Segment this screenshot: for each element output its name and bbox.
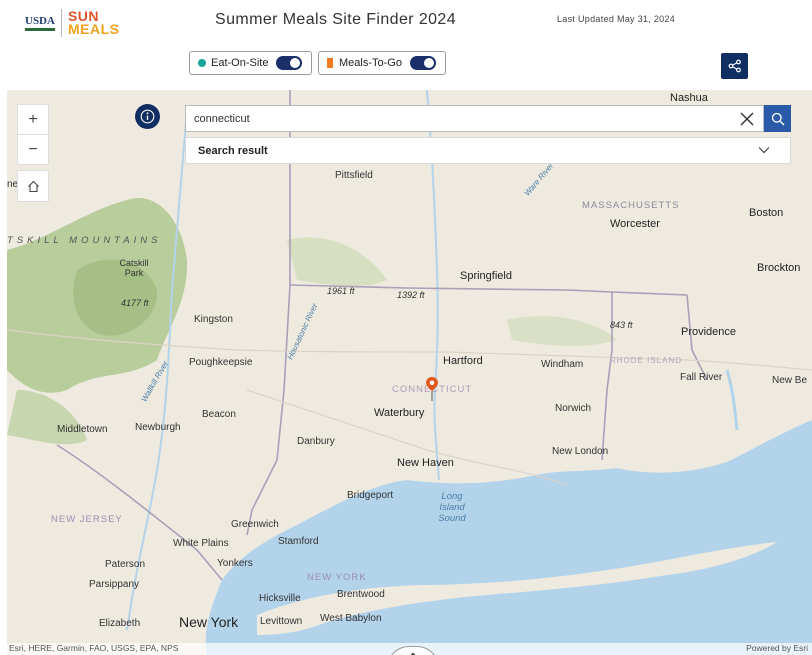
map-label-brentwood: Brentwood [337, 589, 385, 600]
eat-on-site-filter[interactable]: Eat-On-Site [189, 51, 312, 75]
map-label-worcester: Worcester [610, 218, 660, 230]
eat-on-site-label: Eat-On-Site [211, 57, 269, 69]
search-button[interactable] [764, 105, 791, 132]
map-label-nashua: Nashua [670, 92, 708, 104]
map-label-elev-4177: 4177 ft [121, 298, 149, 308]
logo-divider [60, 9, 62, 37]
map-label-catskill-park: Catskill Park [119, 258, 149, 278]
map-label-danbury: Danbury [297, 436, 335, 447]
map-label-hicksville: Hicksville [259, 593, 301, 604]
location-pin-icon[interactable] [426, 377, 438, 403]
info-button[interactable] [135, 104, 160, 129]
meals-to-go-bag-icon [327, 58, 333, 68]
meals-to-go-label: Meals-To-Go [339, 57, 402, 69]
map-label-greenwich: Greenwich [231, 519, 279, 530]
meals-to-go-filter[interactable]: Meals-To-Go [318, 51, 446, 75]
map-label-massachusetts: MASSACHUSETTS [582, 200, 680, 211]
map-label-boston: Boston [749, 207, 784, 219]
info-icon [140, 109, 155, 124]
map-label-catskill-mountains: TSKILL MOUNTAINS [7, 235, 162, 246]
zoom-out-button[interactable]: − [18, 134, 48, 164]
map-label-newburgh: Newburgh [135, 422, 181, 433]
map-label-white-plains: White Plains [173, 538, 229, 549]
map-label-rhode-island: RHODE ISLAND [610, 356, 683, 365]
last-updated-text: Last Updated May 31, 2024 [557, 14, 676, 24]
meals-to-go-toggle[interactable] [409, 56, 436, 70]
map-label-middletown: Middletown [57, 424, 108, 435]
map-label-providence: Providence [681, 326, 737, 338]
map-label-paterson: Paterson [105, 559, 146, 570]
map-label-elev-1961: 1961 ft [327, 286, 355, 296]
map-label-pittsfield: Pittsfield [335, 170, 373, 181]
chevron-down-icon [758, 147, 770, 154]
home-icon [27, 180, 39, 192]
map-label-beacon: Beacon [202, 409, 236, 420]
map-label-bridgeport: Bridgeport [347, 490, 394, 501]
map-label-kingston: Kingston [194, 314, 233, 325]
search-icon [771, 112, 784, 125]
zoom-in-button[interactable]: + [18, 105, 48, 134]
plus-icon: + [28, 110, 38, 128]
map-label-hartford: Hartford [443, 355, 483, 367]
search-results-dropdown[interactable]: Search result [185, 137, 791, 164]
map-label-west-babylon: West Babylon [320, 613, 382, 624]
sun-meals-logo: SUN MEALS [67, 9, 120, 37]
page-title: Summer Meals Site Finder 2024 [215, 11, 457, 28]
map-label-new-haven: New Haven [397, 457, 454, 469]
search-box [185, 105, 764, 132]
map-label-elev-843: 843 ft [610, 320, 633, 330]
usda-sun-meals-logo[interactable]: USDA SUN MEALS [25, 8, 119, 38]
map-label-elev-1392: 1392 ft [397, 290, 425, 300]
app-header: USDA SUN MEALS Summer Meals Site Finder … [0, 0, 812, 90]
map-label-windham: Windham [541, 359, 584, 370]
map-label-stamford: Stamford [278, 536, 319, 547]
map-label-new-london: New London [552, 446, 609, 457]
share-button[interactable] [721, 53, 748, 79]
map-label-new-jersey: NEW JERSEY [51, 514, 123, 525]
map-label-fall-river: Fall River [680, 372, 723, 383]
map-label-yonkers: Yonkers [217, 558, 253, 569]
map-label-elizabeth: Elizabeth [99, 618, 141, 629]
clear-search-icon[interactable] [739, 111, 755, 127]
map-label-new-bedford: New Be [772, 375, 808, 386]
eat-on-site-dot-icon [198, 59, 206, 67]
powered-by-esri[interactable]: Powered by Esri [746, 643, 808, 653]
usda-logo: USDA [25, 15, 55, 31]
home-button[interactable] [17, 170, 49, 202]
map-label-poughkeepsie: Poughkeepsie [189, 357, 253, 368]
logo-meals-text: MEALS [67, 21, 120, 37]
map-label-norwich: Norwich [555, 403, 592, 414]
search-input[interactable] [194, 110, 714, 128]
map-label-new-york-state: NEW YORK [307, 572, 367, 583]
map-label-parsippany: Parsippany [89, 579, 140, 590]
attribution-sources: Esri, HERE, Garmin, FAO, USGS, EPA, NPS [9, 643, 179, 653]
zoom-control: + − [17, 104, 49, 165]
minus-icon: − [28, 140, 38, 158]
search-results-label: Search result [198, 144, 268, 157]
map-label-long-island-sound: Long Island Sound [438, 491, 466, 524]
map-label-waterbury: Waterbury [374, 407, 425, 419]
map-label-brockton: Brockton [757, 262, 801, 274]
share-icon [728, 59, 741, 73]
eat-on-site-toggle[interactable] [276, 56, 303, 70]
map-label-levittown: Levittown [260, 616, 303, 627]
map-label-new-york-city: New York [179, 614, 239, 630]
map-label-springfield: Springfield [460, 270, 512, 282]
map-view[interactable]: Nashua Pittsfield MASSACHUSETTS Boston W… [7, 90, 812, 655]
